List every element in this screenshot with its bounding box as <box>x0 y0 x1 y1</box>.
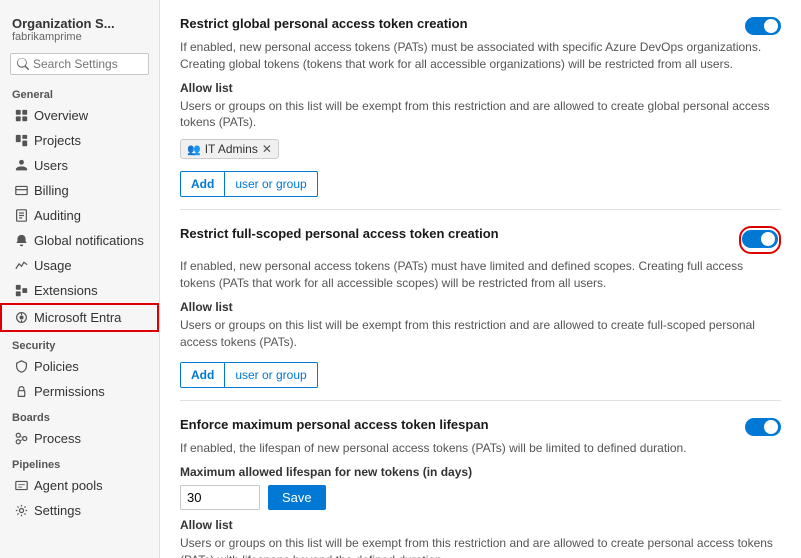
sidebar-item-process[interactable]: Process <box>0 426 159 451</box>
toggle-lifespan[interactable] <box>745 418 781 436</box>
tag-it-admins: 👥 IT Admins ✕ <box>180 139 279 159</box>
sidebar-item-projects[interactable]: Projects <box>0 128 159 153</box>
main-content: Restrict global personal access token cr… <box>160 0 801 558</box>
sidebar-item-settings-pipelines[interactable]: Settings <box>0 498 159 523</box>
sidebar-item-label: Overview <box>34 108 88 123</box>
agent-pools-icon <box>14 479 28 493</box>
add-label: Add <box>181 172 224 196</box>
tag-group-icon: 👥 <box>187 143 201 156</box>
sidebar-item-label: Users <box>34 158 68 173</box>
sidebar-item-permissions[interactable]: Permissions <box>0 379 159 404</box>
add-user-group-button-full-scoped[interactable]: Add user or group <box>180 362 318 388</box>
sidebar-item-agent-pools[interactable]: Agent pools <box>0 473 159 498</box>
allow-list-desc-full-scoped: Users or groups on this list will be exe… <box>180 317 781 351</box>
toggle-full-scoped-pat[interactable] <box>742 230 778 248</box>
sidebar-item-label: Settings <box>34 503 81 518</box>
sidebar-item-label: Projects <box>34 133 81 148</box>
allow-list-desc-global: Users or groups on this list will be exe… <box>180 98 781 132</box>
section-title-full-scoped-pat: Restrict full-scoped personal access tok… <box>180 226 729 241</box>
search-box[interactable] <box>10 53 149 75</box>
settings-icon <box>14 504 28 518</box>
section-enforce-lifespan: Enforce maximum personal access token li… <box>180 401 781 558</box>
sidebar-item-extensions[interactable]: Extensions <box>0 278 159 303</box>
sidebar-item-label: Process <box>34 431 81 446</box>
sidebar-item-label: Extensions <box>34 283 98 298</box>
add-user-group-button-global[interactable]: Add user or group <box>180 171 318 197</box>
grid-icon <box>14 109 28 123</box>
projects-icon <box>14 134 28 148</box>
add-text: user or group <box>225 172 316 196</box>
sidebar-item-usage[interactable]: Usage <box>0 253 159 278</box>
sidebar-item-users[interactable]: Users <box>0 153 159 178</box>
lifespan-field-label: Maximum allowed lifespan for new tokens … <box>180 465 781 479</box>
billing-icon <box>14 184 28 198</box>
section-restrict-global-pat: Restrict global personal access token cr… <box>180 0 781 210</box>
section-label-security: Security <box>0 332 159 354</box>
add-label: Add <box>181 363 224 387</box>
sidebar-item-microsoft-entra[interactable]: Microsoft Entra <box>0 303 159 332</box>
process-icon <box>14 432 28 446</box>
sidebar: Organization S... fabrikamprime General … <box>0 0 160 558</box>
allow-list-label-global: Allow list <box>180 81 781 95</box>
sidebar-item-overview[interactable]: Overview <box>0 103 159 128</box>
sidebar-item-label: Agent pools <box>34 478 103 493</box>
entra-icon <box>14 311 28 325</box>
extensions-icon <box>14 284 28 298</box>
section-title-lifespan: Enforce maximum personal access token li… <box>180 417 735 432</box>
section-restrict-full-scoped-pat: Restrict full-scoped personal access tok… <box>180 210 781 401</box>
org-sub: fabrikamprime <box>12 31 147 43</box>
lifespan-input-row: Save <box>180 485 781 510</box>
notifications-icon <box>14 234 28 248</box>
desc-full-scoped-pat: If enabled, new personal access tokens (… <box>180 258 781 292</box>
sidebar-item-label: Auditing <box>34 208 81 223</box>
auditing-icon <box>14 209 28 223</box>
sidebar-item-label: Permissions <box>34 384 105 399</box>
sidebar-item-label: Policies <box>34 359 79 374</box>
lifespan-input[interactable] <box>180 485 260 510</box>
search-input[interactable] <box>33 57 142 71</box>
section-label-boards: Boards <box>0 404 159 426</box>
section-title-global-pat: Restrict global personal access token cr… <box>180 16 735 31</box>
section-label-general: General <box>0 81 159 103</box>
allow-list-label-full-scoped: Allow list <box>180 300 781 314</box>
sidebar-item-billing[interactable]: Billing <box>0 178 159 203</box>
sidebar-item-label: Usage <box>34 258 72 273</box>
usage-icon <box>14 259 28 273</box>
toggle-highlight-wrapper <box>739 226 781 254</box>
allow-list-desc-lifespan: Users or groups on this list will be exe… <box>180 535 781 558</box>
save-button[interactable]: Save <box>268 485 326 510</box>
sidebar-item-auditing[interactable]: Auditing <box>0 203 159 228</box>
tag-container-global: 👥 IT Admins ✕ <box>180 139 781 159</box>
toggle-global-pat[interactable] <box>745 17 781 35</box>
org-header: Organization S... fabrikamprime <box>0 8 159 47</box>
allow-list-label-lifespan: Allow list <box>180 518 781 532</box>
sidebar-item-label: Microsoft Entra <box>34 310 121 325</box>
desc-lifespan: If enabled, the lifespan of new personal… <box>180 440 781 457</box>
section-label-pipelines: Pipelines <box>0 451 159 473</box>
add-text: user or group <box>225 363 316 387</box>
sidebar-item-policies[interactable]: Policies <box>0 354 159 379</box>
tag-label: IT Admins <box>205 142 258 156</box>
org-name: Organization S... <box>12 16 147 31</box>
permissions-icon <box>14 385 28 399</box>
policies-icon <box>14 360 28 374</box>
desc-global-pat: If enabled, new personal access tokens (… <box>180 39 781 73</box>
sidebar-item-label: Billing <box>34 183 69 198</box>
users-icon <box>14 159 28 173</box>
search-icon <box>17 58 29 70</box>
tag-close-icon[interactable]: ✕ <box>262 142 272 156</box>
sidebar-item-label: Global notifications <box>34 233 144 248</box>
sidebar-item-global-notifications[interactable]: Global notifications <box>0 228 159 253</box>
